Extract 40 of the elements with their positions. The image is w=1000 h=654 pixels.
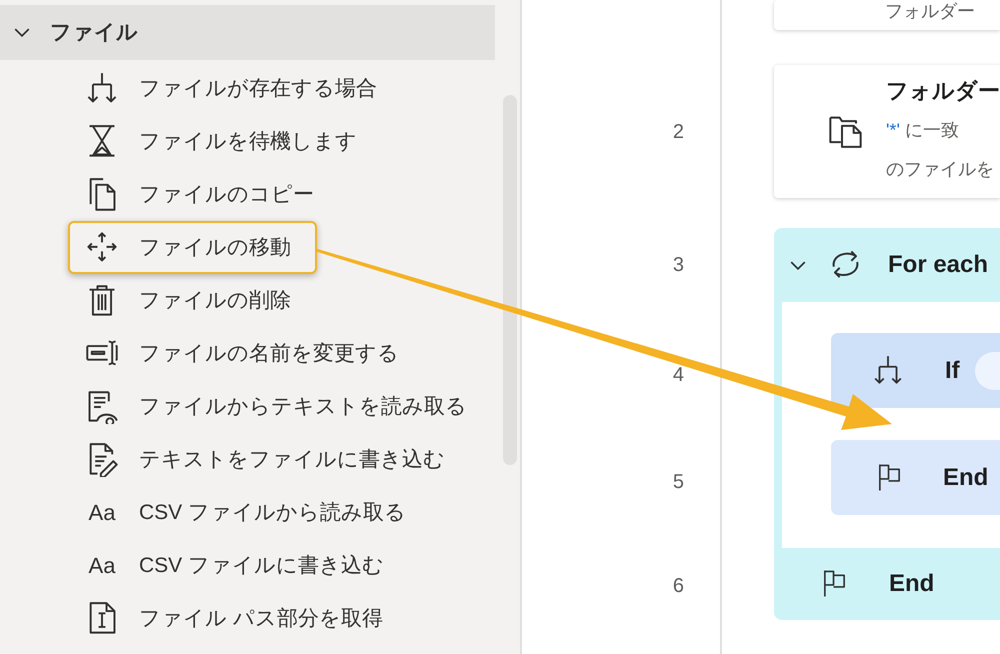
step-description: '*' に一致 (886, 119, 960, 142)
action-item[interactable]: ファイルのコピー (68, 168, 340, 221)
scrollbar-thumb[interactable] (503, 95, 517, 465)
loop-block[interactable]: For each If End End (774, 228, 1000, 620)
letters-icon: Aa (85, 500, 119, 526)
if-step[interactable]: If (831, 333, 1000, 408)
action-item[interactable]: ファイルの削除 (68, 274, 317, 327)
step-title: If (945, 356, 960, 386)
line-number: 5 (672, 470, 684, 494)
action-item[interactable]: ファイルの名前を変更する (68, 327, 425, 380)
line-number: 3 (672, 253, 684, 278)
chevron-down-icon[interactable] (790, 260, 806, 270)
flag-icon (821, 569, 848, 599)
branch-icon (85, 72, 119, 106)
action-item[interactable]: ファイルの移動 (68, 221, 317, 274)
letters-icon: Aa (85, 552, 119, 578)
step-description: フォルダー (885, 0, 975, 22)
line-number: 4 (672, 362, 684, 388)
line-number: 2 (672, 120, 684, 144)
step-title: For each (888, 250, 988, 280)
step-title: End (889, 569, 934, 599)
chevron-down-icon[interactable] (14, 28, 30, 37)
group-header[interactable]: ファイル (0, 5, 495, 60)
step-title: フォルダー (886, 77, 1000, 105)
flag-icon (876, 462, 903, 492)
line-number: 6 (672, 574, 684, 599)
action-item[interactable]: ファイル パス部分を取得 (68, 592, 409, 645)
action-item[interactable]: ファイルが存在する場合 (68, 62, 403, 115)
move-arrows-icon (85, 230, 119, 264)
branch-icon (873, 354, 903, 386)
action-card[interactable]: フォルダー (774, 0, 1000, 30)
step-title: End (943, 462, 988, 492)
step-description: のファイルを (886, 158, 995, 181)
action-item[interactable]: Aa CSV ファイルから読み取る (68, 486, 432, 539)
action-item[interactable]: テキストをファイルに書き込む (68, 433, 471, 486)
end-step[interactable]: End (831, 440, 1000, 515)
action-item[interactable]: Aa CSV ファイルに書き込む (68, 539, 410, 592)
action-card[interactable]: フォルダー '*' に一致 のファイルを (774, 65, 1000, 198)
action-item[interactable]: ファイルを待機します (68, 115, 383, 168)
action-item[interactable]: ファイルからテキストを読み取る (68, 380, 493, 433)
